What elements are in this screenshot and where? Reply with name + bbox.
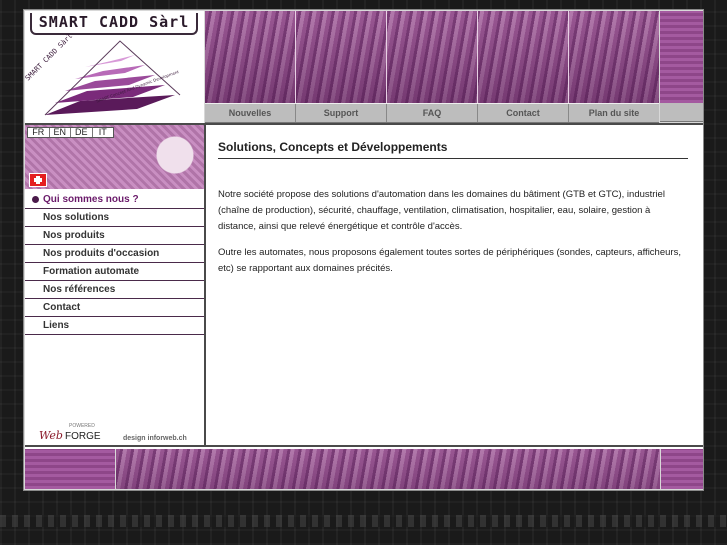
- menu-item-label: Qui sommes nous ?: [43, 194, 139, 205]
- nav-plan-du-site[interactable]: Plan du site: [569, 104, 659, 122]
- footer-side-panel-left: [25, 449, 115, 489]
- banner-divider: [568, 11, 569, 103]
- lang-en[interactable]: EN: [50, 128, 71, 137]
- nav-spacer: [660, 103, 703, 122]
- menu-item-contact[interactable]: Contact: [25, 299, 204, 317]
- menu-item-label: Nos solutions: [43, 212, 110, 223]
- language-selector: FR EN DE IT: [27, 127, 114, 138]
- intro-paragraph: Notre société propose des solutions d'au…: [218, 189, 665, 232]
- nav-contact[interactable]: Contact: [478, 104, 569, 122]
- powered-label: POWERED: [69, 423, 95, 429]
- lang-fr[interactable]: FR: [28, 128, 50, 137]
- menu-item-label: Nos références: [43, 284, 116, 295]
- nav-support[interactable]: Support: [296, 104, 387, 122]
- page-title: Solutions, Concepts et Développements: [218, 140, 688, 159]
- banner-divider: [386, 11, 387, 103]
- header-side-panel: [660, 11, 703, 103]
- background-strip: [0, 515, 727, 527]
- menu-item-label: Nos produits d'occasion: [43, 248, 160, 259]
- menu-item-label: Nos produits: [43, 230, 105, 241]
- bullet-icon: [32, 196, 39, 203]
- menu-item-liens[interactable]: Liens: [25, 317, 204, 335]
- sidebar-menu: Qui sommes nous ? Nos solutions Nos prod…: [25, 191, 204, 335]
- nav-faq[interactable]: FAQ: [387, 104, 478, 122]
- banner-divider: [477, 11, 478, 103]
- lang-de[interactable]: DE: [71, 128, 93, 137]
- menu-item-nos-produits[interactable]: Nos produits: [25, 227, 204, 245]
- design-credit-link[interactable]: design inforweb.ch: [123, 435, 187, 442]
- menu-item-label: Liens: [43, 320, 70, 331]
- main-content: Solutions, Concepts et Développements No…: [206, 125, 703, 445]
- sidebar: FR EN DE IT Qui sommes nous ? Nos soluti…: [25, 125, 204, 445]
- footer-banner: [116, 449, 660, 489]
- webforge-web-text: Web: [39, 429, 63, 442]
- menu-item-nos-produits-occasion[interactable]: Nos produits d'occasion: [25, 245, 204, 263]
- menu-item-nos-references[interactable]: Nos références: [25, 281, 204, 299]
- menu-item-nos-solutions[interactable]: Nos solutions: [25, 209, 204, 227]
- logo[interactable]: SMART CADD Sàrl SMART CADD Sàrl SMART Co…: [25, 11, 204, 123]
- banner-divider: [295, 11, 296, 103]
- footer-side-panel-right: [661, 449, 703, 489]
- webforge-forge-text: FORGE: [65, 431, 101, 442]
- menu-item-formation-automate[interactable]: Formation automate: [25, 263, 204, 281]
- nav-nouvelles[interactable]: Nouvelles: [205, 104, 296, 122]
- menu-item-label: Contact: [43, 302, 81, 313]
- menu-item-label: Formation automate: [43, 266, 140, 277]
- sidebar-banner-image: FR EN DE IT: [25, 125, 204, 189]
- logo-arc-text: SMART CADD Sàrl: [25, 32, 74, 82]
- powered-by-webforge-logo[interactable]: POWERED Web FORGE: [39, 423, 109, 445]
- menu-item-qui-sommes-nous[interactable]: Qui sommes nous ?: [25, 191, 204, 209]
- lang-it[interactable]: IT: [93, 128, 114, 137]
- swiss-flag-icon: [29, 173, 47, 187]
- peripherals-paragraph: Outre les automates, nous proposons égal…: [218, 247, 681, 274]
- site-frame: SMART CADD Sàrl SMART CADD Sàrl SMART Co…: [23, 9, 704, 491]
- logo-pyramid-icon: SMART CADD Sàrl SMART Concept And Dynami…: [25, 32, 181, 116]
- top-nav: Nouvelles Support FAQ Contact Plan du si…: [205, 103, 659, 123]
- header-banner: [205, 11, 659, 103]
